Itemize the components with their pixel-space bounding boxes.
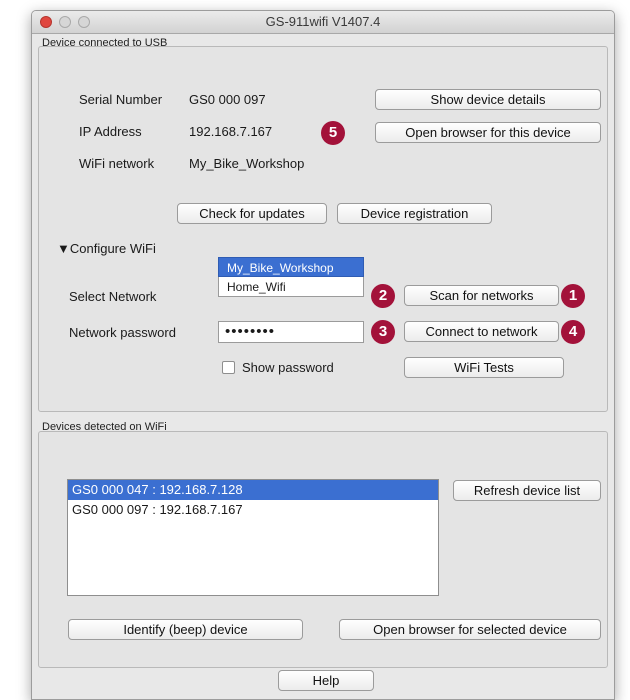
network-option-selected[interactable]: My_Bike_Workshop: [218, 257, 364, 277]
show-password-label: Show password: [242, 360, 334, 375]
callout-badge-3: 3: [371, 320, 395, 344]
wifi-devices-group-label: Devices detected on WiFi: [42, 421, 167, 433]
callout-badge-1: 1: [561, 284, 585, 308]
network-password-field[interactable]: ••••••••: [218, 321, 364, 343]
window-title: GS-911wifi V1407.4: [265, 14, 381, 29]
serial-number-label: Serial Number: [79, 92, 163, 107]
device-registration-button[interactable]: Device registration: [337, 203, 492, 224]
title-bar: GS-911wifi V1407.4: [32, 11, 614, 34]
ip-address-value: 192.168.7.167: [189, 124, 273, 139]
wifi-network-label: WiFi network: [79, 156, 155, 171]
open-browser-selected-button[interactable]: Open browser for selected device: [339, 619, 601, 640]
configure-wifi-toggle[interactable]: ▼Configure WiFi: [57, 241, 156, 256]
device-list[interactable]: GS0 000 047 : 192.168.7.128 GS0 000 097 …: [67, 479, 439, 596]
check-updates-button[interactable]: Check for updates: [177, 203, 327, 224]
show-password-checkbox[interactable]: [222, 361, 235, 374]
help-button[interactable]: Help: [278, 670, 374, 691]
open-browser-device-button[interactable]: Open browser for this device: [375, 122, 601, 143]
select-network-label: Select Network: [69, 289, 157, 304]
refresh-device-list-button[interactable]: Refresh device list: [453, 480, 601, 501]
wifi-tests-button[interactable]: WiFi Tests: [404, 357, 564, 378]
device-list-item-selected[interactable]: GS0 000 047 : 192.168.7.128: [68, 480, 438, 500]
callout-badge-2: 2: [371, 284, 395, 308]
scan-networks-button[interactable]: Scan for networks: [404, 285, 559, 306]
serial-number-value: GS0 000 097: [189, 92, 266, 107]
device-list-item[interactable]: GS0 000 097 : 192.168.7.167: [68, 500, 438, 520]
callout-badge-5: 5: [321, 121, 345, 145]
connect-network-button[interactable]: Connect to network: [404, 321, 559, 342]
network-password-label: Network password: [69, 325, 176, 340]
ip-address-label: IP Address: [79, 124, 142, 139]
wifi-network-value: My_Bike_Workshop: [189, 156, 305, 171]
identify-device-button[interactable]: Identify (beep) device: [68, 619, 303, 640]
network-select[interactable]: My_Bike_Workshop Home_Wifi: [218, 257, 364, 297]
network-option[interactable]: Home_Wifi: [218, 277, 364, 297]
usb-group-label: Device connected to USB: [42, 37, 168, 49]
app-window: GS-911wifi V1407.4 Device connected to U…: [31, 10, 615, 700]
callout-badge-4: 4: [561, 320, 585, 344]
show-device-details-button[interactable]: Show device details: [375, 89, 601, 110]
